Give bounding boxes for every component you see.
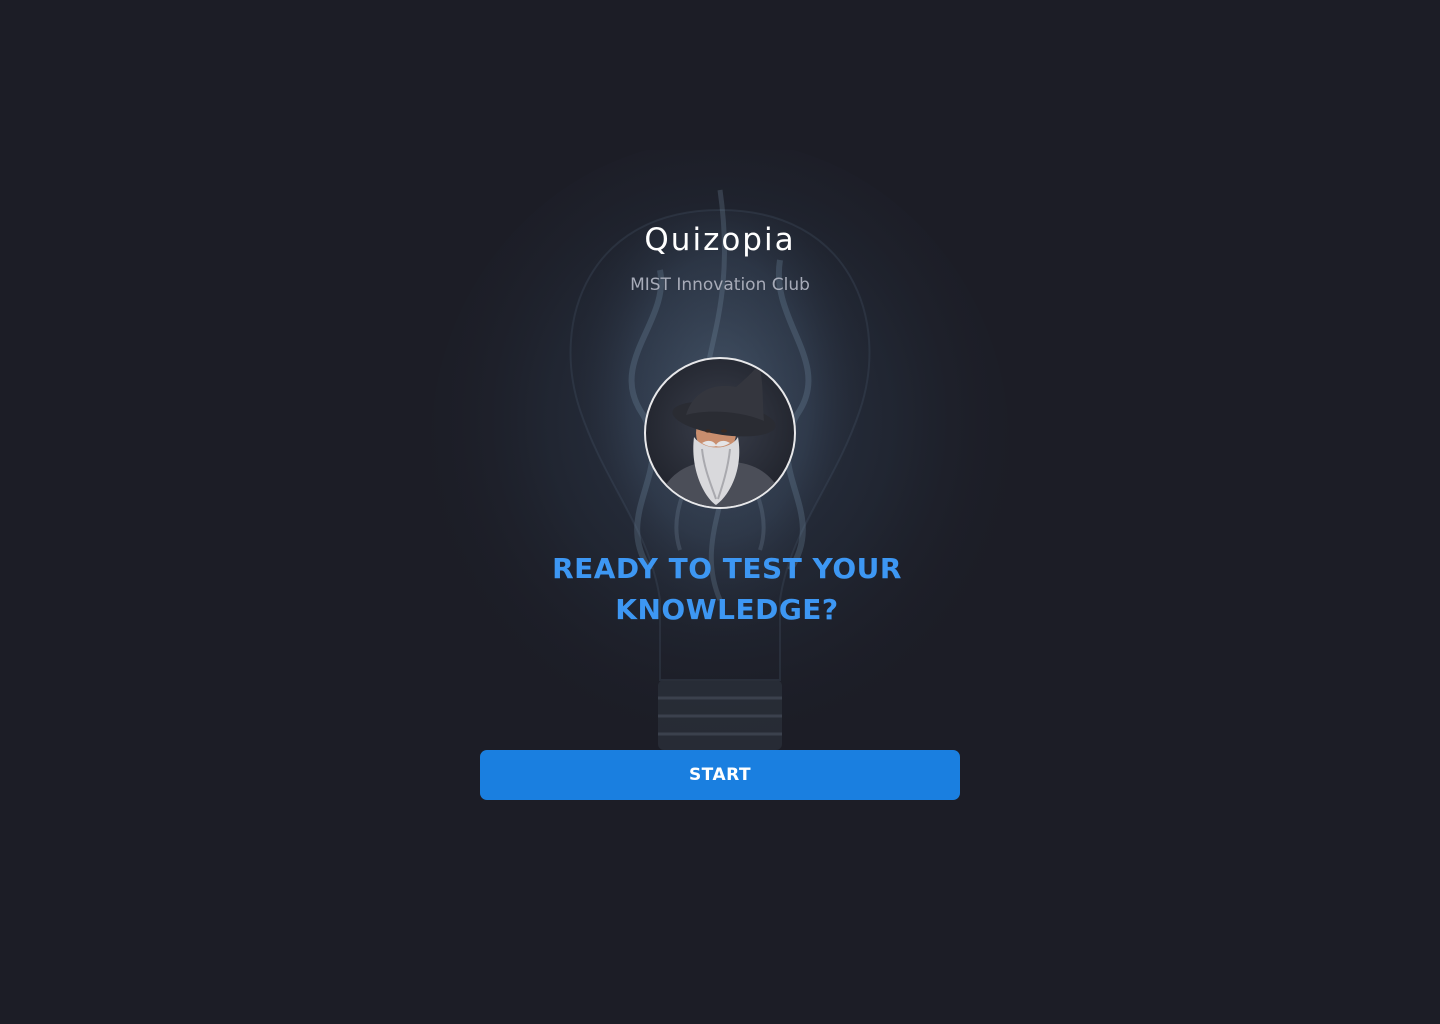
ready-headline: READY TO TEST YOUR KNOWLEDGE?	[552, 552, 902, 626]
landing-page: Quizopia MIST Innovation Club READY TO T…	[0, 0, 1440, 1024]
app-subtitle: MIST Innovation Club	[630, 275, 810, 295]
app-title: Quizopia	[644, 222, 796, 258]
avatar	[644, 357, 796, 509]
wizard-icon	[656, 363, 786, 507]
start-button[interactable]: START	[480, 750, 960, 800]
